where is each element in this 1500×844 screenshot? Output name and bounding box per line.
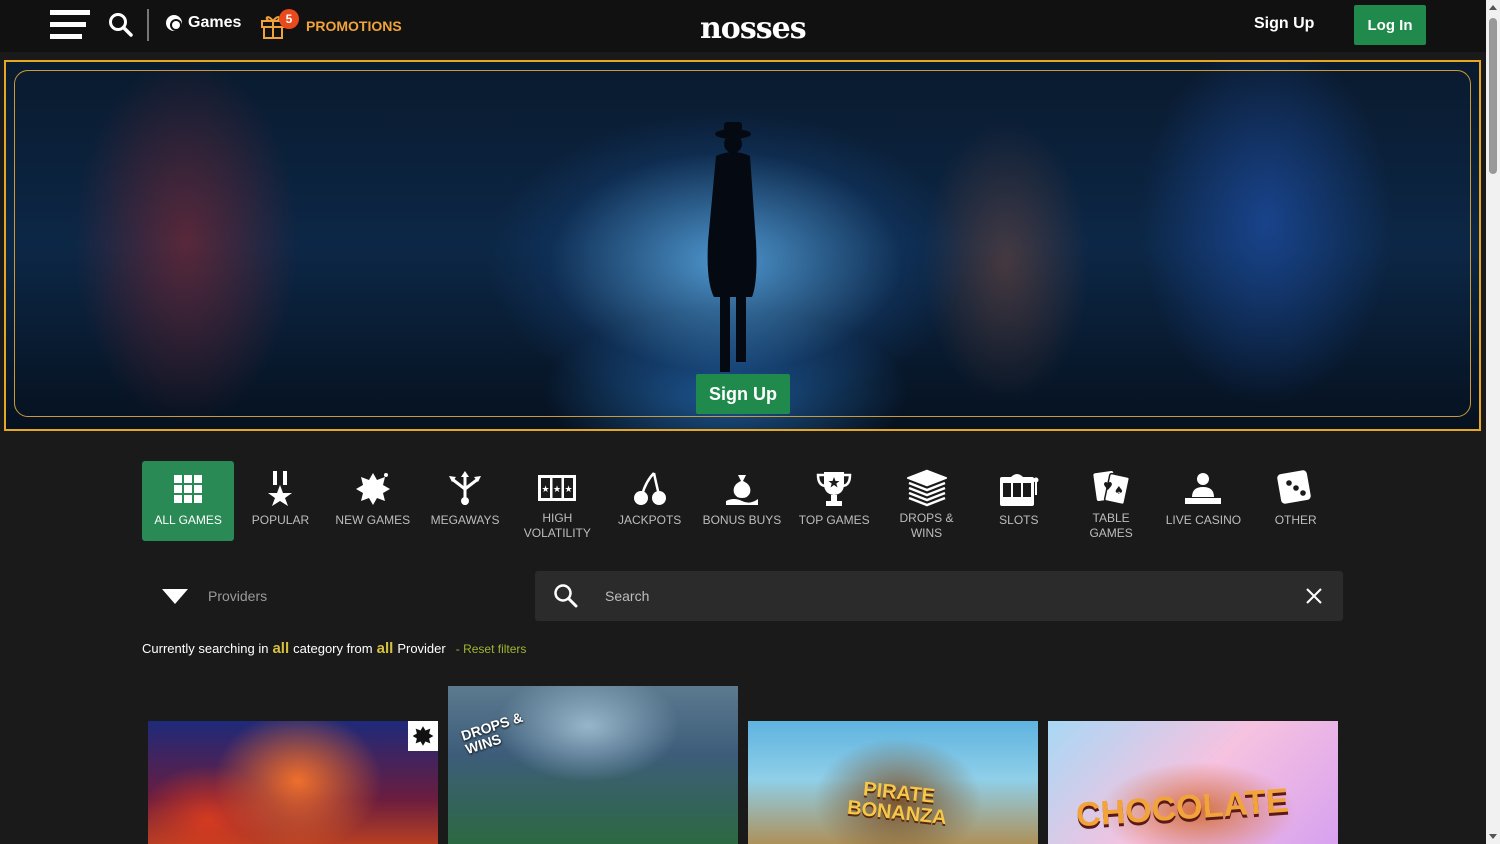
category-drops-wins[interactable]: DROPS & WINS	[880, 461, 972, 541]
game-tile[interactable]: PIRATE BONANZA	[748, 721, 1038, 844]
top-header: Games 5 PROMOTIONS nosses Sign Up Log In	[0, 0, 1486, 52]
games-label: Games	[188, 14, 242, 31]
category-label: TOP GAMES	[798, 513, 870, 527]
game-tile[interactable]: DROPS & WINS	[448, 686, 738, 844]
grid-icon	[174, 475, 203, 503]
game-tile[interactable]: CHOCOLATE	[1048, 721, 1338, 844]
search-icon	[554, 584, 578, 608]
category-bar: ALL GAMES POPULAR NEW GAMES MEGAWAYS ★ ★…	[142, 461, 1342, 543]
search-icon[interactable]	[108, 12, 134, 38]
game-title: PIRATE BONANZA	[846, 778, 948, 830]
detective-silhouette	[706, 122, 758, 392]
status-prefix: Currently searching in	[142, 641, 269, 656]
cash-stack-icon	[906, 469, 947, 507]
category-label: NEW GAMES	[335, 513, 411, 527]
starburst-icon	[355, 473, 390, 505]
medal-icon	[268, 471, 293, 506]
category-new-games[interactable]: NEW GAMES	[327, 461, 419, 541]
promotions-link[interactable]: 5 PROMOTIONS	[260, 9, 402, 40]
category-jackpots[interactable]: JACKPOTS	[603, 461, 695, 541]
header-login-button[interactable]: Log In	[1354, 5, 1426, 45]
category-label: ALL GAMES	[154, 513, 222, 527]
providers-dropdown[interactable]: Providers	[143, 571, 513, 621]
game-title: DROPS & WINS	[459, 708, 525, 758]
category-table-games[interactable]: ♥ ♠ TABLE GAMES	[1065, 461, 1157, 541]
header-divider	[147, 9, 149, 41]
svg-text:♠: ♠	[1114, 484, 1124, 497]
category-label: MEGAWAYS	[430, 513, 500, 527]
category-label: DROPS & WINS	[899, 511, 954, 540]
search-input[interactable]	[605, 571, 1285, 621]
category-label: BONUS BUYS	[702, 513, 782, 527]
search-bar	[535, 571, 1343, 621]
svg-text:★: ★	[542, 485, 550, 495]
scroll-up-arrow-icon[interactable]	[1489, 5, 1497, 10]
category-live-casino[interactable]: LIVE CASINO	[1157, 461, 1249, 541]
cherries-icon	[633, 472, 666, 505]
chevron-down-icon	[162, 588, 188, 604]
hero-banner: Sign Up	[4, 60, 1481, 431]
chip-icon	[166, 15, 182, 31]
svg-text:★: ★	[565, 485, 573, 495]
promotions-count-badge: 5	[279, 9, 299, 29]
page: Games 5 PROMOTIONS nosses Sign Up Log In	[0, 0, 1500, 844]
category-megaways[interactable]: MEGAWAYS	[419, 461, 511, 541]
category-high-volatility[interactable]: ★ ★ ★ HIGH VOLATILITY	[511, 461, 603, 541]
game-title: CHOCOLATE	[1074, 781, 1290, 835]
game-tile[interactable]	[148, 721, 438, 844]
money-bag-hand-icon	[725, 475, 758, 505]
status-category: all	[272, 640, 290, 657]
category-label: JACKPOTS	[617, 513, 682, 527]
category-label: OTHER	[1274, 513, 1317, 527]
category-label: TABLE GAMES	[1089, 511, 1133, 540]
scroll-down-arrow-icon[interactable]	[1489, 834, 1497, 839]
page-scrollbar[interactable]	[1486, 0, 1500, 844]
category-top-games[interactable]: TOP GAMES	[788, 461, 880, 541]
starburst-icon	[412, 726, 434, 746]
hero-signup-button[interactable]: Sign Up	[696, 374, 790, 414]
category-label: SLOTS	[999, 513, 1039, 527]
triple-star-icon: ★ ★ ★	[538, 475, 577, 501]
status-provider: all	[376, 640, 394, 657]
scrollbar-thumb[interactable]	[1489, 18, 1497, 174]
trophy-icon	[816, 472, 852, 506]
svg-text:★: ★	[553, 485, 561, 495]
dice-icon	[1276, 470, 1311, 504]
category-label: LIVE CASINO	[1165, 513, 1242, 527]
logo-text: nosses	[700, 10, 807, 46]
category-other[interactable]: OTHER	[1250, 461, 1342, 541]
site-logo[interactable]: nosses	[700, 8, 807, 48]
dealer-icon	[1185, 473, 1222, 504]
category-bonus-buys[interactable]: BONUS BUYS	[696, 461, 788, 541]
new-game-badge	[408, 721, 438, 751]
svg-text:♥: ♥	[1103, 480, 1113, 493]
category-label: POPULAR	[251, 513, 310, 527]
reset-filters-link[interactable]: - Reset filters	[456, 642, 527, 656]
category-label: HIGH VOLATILITY	[523, 511, 591, 540]
slot-machine-icon	[999, 474, 1039, 506]
category-slots[interactable]: SLOTS	[973, 461, 1065, 541]
category-all-games[interactable]: ALL GAMES	[142, 461, 235, 541]
promotions-label: PROMOTIONS	[306, 18, 402, 34]
status-mid: category from	[293, 641, 373, 656]
header-signup-button[interactable]: Sign Up	[1254, 15, 1314, 33]
playing-cards-icon: ♥ ♠	[1093, 471, 1131, 506]
menu-icon[interactable]	[50, 10, 90, 40]
filter-status: Currently searching in all category from…	[142, 640, 526, 657]
status-suffix: Provider	[397, 641, 446, 656]
category-popular[interactable]: POPULAR	[234, 461, 326, 541]
providers-label: Providers	[208, 588, 268, 604]
close-icon[interactable]	[1305, 587, 1323, 605]
games-link[interactable]: Games	[166, 14, 241, 32]
branching-arrows-icon	[449, 471, 482, 505]
